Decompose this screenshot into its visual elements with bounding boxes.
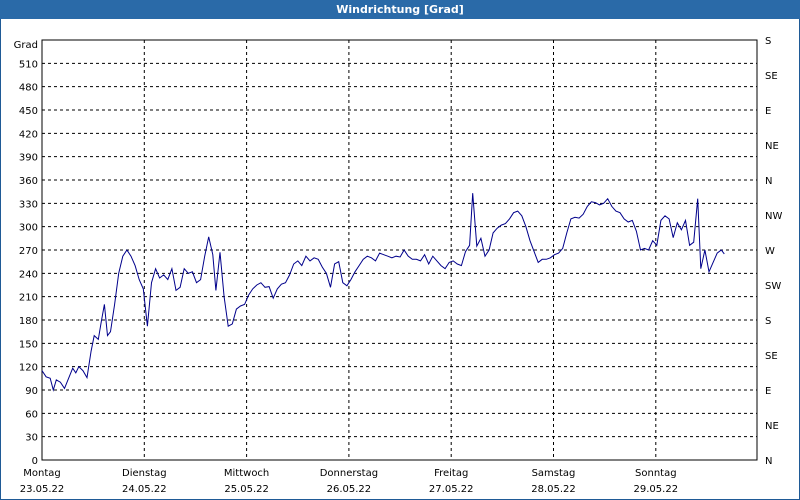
x-tick-date: 26.05.22 xyxy=(327,484,372,495)
y-tick-label: 240 xyxy=(19,269,38,280)
x-tick-day: Donnerstag xyxy=(320,468,378,479)
x-tick-date: 28.05.22 xyxy=(531,484,576,495)
x-tick-day: Freitag xyxy=(434,468,468,479)
right-axis-label: W xyxy=(765,246,775,257)
y-tick-label: 450 xyxy=(19,106,38,117)
right-axis-label: NE xyxy=(765,141,779,152)
right-axis-label: N xyxy=(765,176,772,187)
x-tick-day: Dienstag xyxy=(122,468,167,479)
y-tick-label: 0 xyxy=(32,456,38,467)
y-tick-label: 480 xyxy=(19,83,38,94)
y-tick-label: 270 xyxy=(19,246,38,257)
x-tick-day: Sonntag xyxy=(635,468,677,479)
right-axis-label: NE xyxy=(765,421,779,432)
right-axis-label: N xyxy=(765,456,772,467)
x-tick-date: 27.05.22 xyxy=(429,484,474,495)
y-tick-label: 210 xyxy=(19,293,38,304)
right-axis-label: E xyxy=(765,386,771,397)
right-axis-label: SE xyxy=(765,71,778,82)
y-tick-label: 120 xyxy=(19,363,38,374)
y-axis-label: Grad xyxy=(14,40,38,51)
y-tick-label: 30 xyxy=(25,433,38,444)
y-tick-label: 390 xyxy=(19,153,38,164)
right-axis-label: E xyxy=(765,106,771,117)
right-axis-label: S xyxy=(765,36,771,47)
y-tick-label: 420 xyxy=(19,129,38,140)
right-axis-label: S xyxy=(765,316,771,327)
y-tick-label: 510 xyxy=(19,59,38,70)
y-tick-label: 330 xyxy=(19,199,38,210)
right-axis-label: SW xyxy=(765,281,781,292)
right-axis-label: SE xyxy=(765,351,778,362)
right-axis-ticks: N NE E SE S SW W NW N NE E SE S xyxy=(765,36,782,467)
x-tick-date: 29.05.22 xyxy=(634,484,679,495)
wind-direction-chart: 0 30 60 90 120 150 180 210 240 270 300 330 360 390 420… xyxy=(14,36,783,495)
x-tick-day: Mittwoch xyxy=(224,468,269,479)
y-tick-label: 360 xyxy=(19,176,38,187)
y-tick-label: 180 xyxy=(19,316,38,327)
y-tick-label: 300 xyxy=(19,223,38,234)
x-tick-day: Samstag xyxy=(532,468,576,479)
x-tick-date: 25.05.22 xyxy=(224,484,269,495)
x-tick-date: 24.05.22 xyxy=(122,484,167,495)
right-axis-label: NW xyxy=(765,211,782,222)
y-tick-label: 90 xyxy=(25,386,38,397)
x-axis-ticks: Montag 23.05.22 Dienstag 24.05.22 Mittwoch 25… xyxy=(20,468,678,495)
y-axis-ticks: 0 30 60 90 120 150 180 210 240 270 300 330 360 390 420… xyxy=(19,59,38,467)
y-tick-label: 150 xyxy=(19,339,38,350)
x-tick-date: 23.05.22 xyxy=(20,484,65,495)
x-tick-day: Montag xyxy=(23,468,60,479)
y-tick-label: 60 xyxy=(25,409,38,420)
